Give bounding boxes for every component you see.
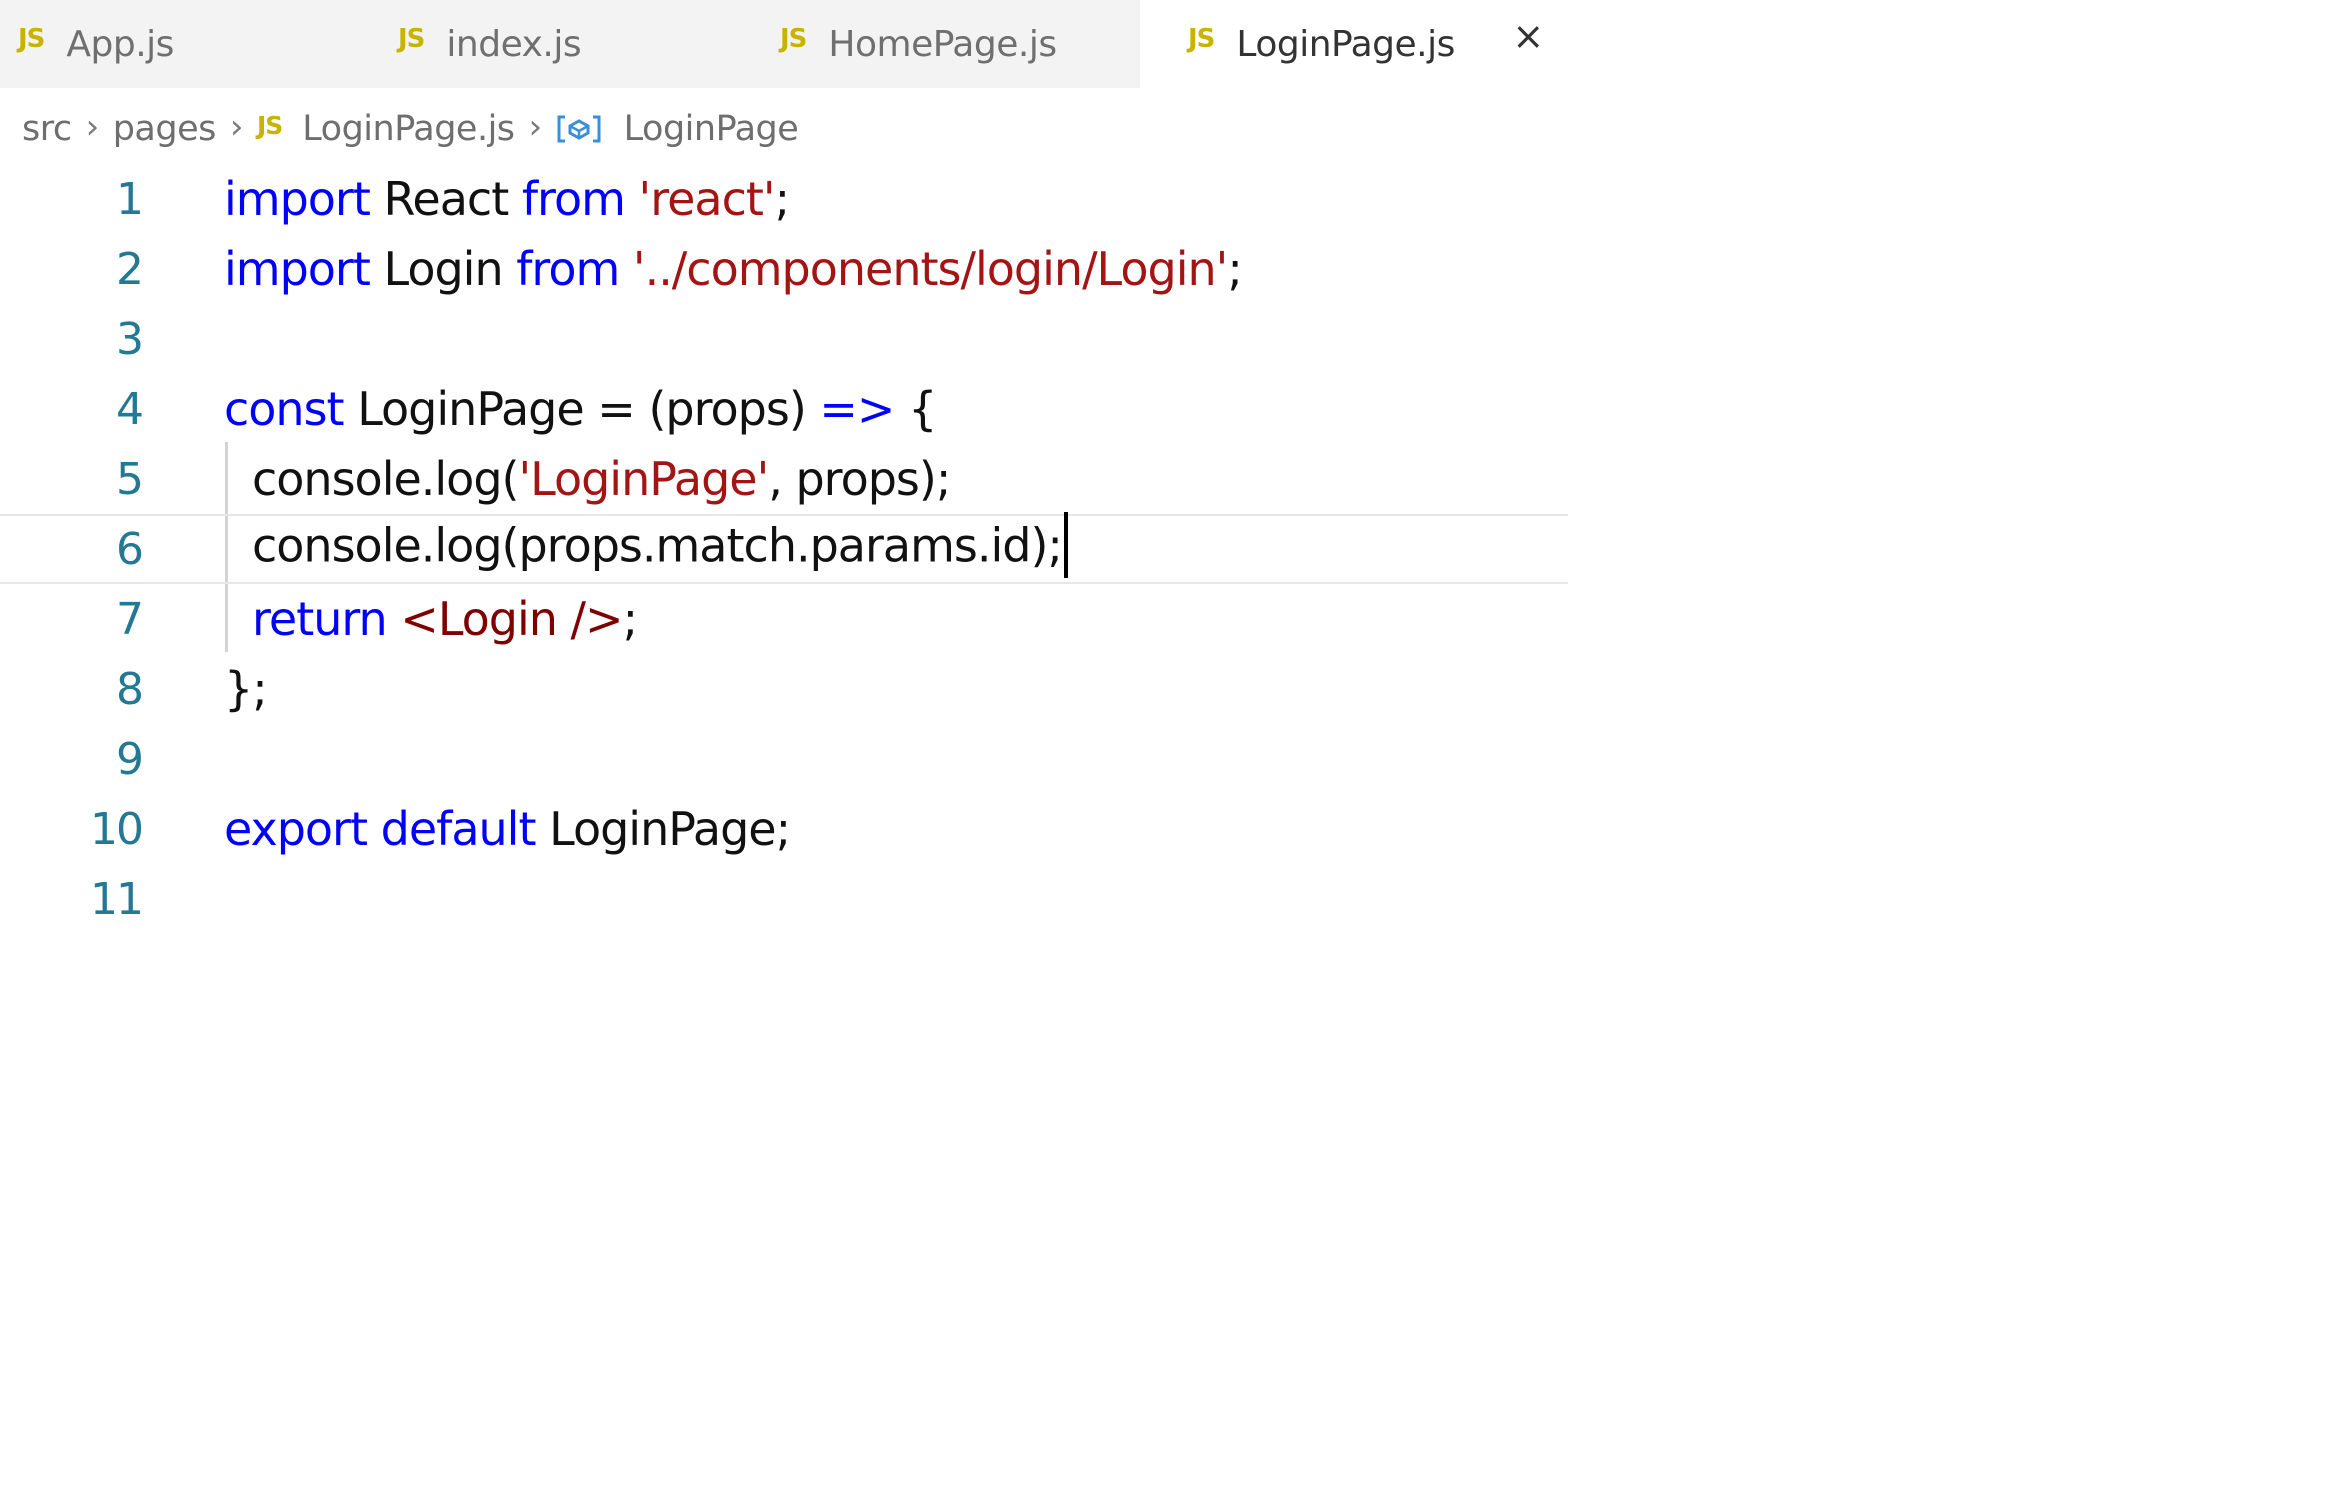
code-token: ; [1227, 242, 1242, 296]
string-token: '../components/login/Login' [632, 242, 1228, 296]
code-line-11[interactable]: 11 [0, 864, 1568, 934]
keyword-token: => [819, 382, 895, 436]
code-line-10[interactable]: 10 export default LoginPage; [0, 794, 1568, 864]
code-text: const LoginPage = (props) => { [224, 382, 937, 436]
code-text: return <Login />; [252, 592, 638, 646]
tab-loginpage-js[interactable]: JS LoginPage.js × [1140, 0, 1568, 88]
code-editor[interactable]: 1 import React from 'react'; 2 import Lo… [0, 162, 1568, 1024]
code-token: ; [774, 172, 790, 226]
string-token: 'react' [638, 172, 776, 226]
jsx-tag-token: <Login /> [400, 592, 623, 646]
code-token: console.log( [252, 452, 519, 506]
code-text: console.log(props.match.params.id); [252, 512, 1068, 582]
javascript-file-icon: JS [780, 24, 807, 54]
code-token: , props); [768, 452, 951, 506]
keyword-token: from [516, 242, 620, 296]
keyword-token: const [224, 382, 345, 436]
code-token: React [369, 172, 522, 226]
breadcrumb: src › pages › JS LoginPage.js › LoginPag… [22, 104, 799, 154]
line-number: 2 [116, 243, 144, 295]
code-text: }; [224, 662, 268, 716]
code-line-7[interactable]: 7 return <Login />; [0, 584, 1568, 654]
code-token: ; [622, 592, 638, 646]
editor-window: JS App.js JS index.js JS HomePage.js JS … [0, 0, 1568, 1024]
code-line-9[interactable]: 9 [0, 724, 1568, 794]
code-token: console.log(props.match.params.id); [252, 518, 1063, 573]
chevron-right-icon: › [85, 107, 100, 147]
javascript-file-icon: JS [18, 24, 45, 54]
line-number: 9 [116, 733, 144, 785]
line-number: 5 [116, 453, 144, 505]
code-line-3[interactable]: 3 [0, 304, 1568, 374]
symbol-variable-icon [556, 114, 602, 144]
keyword-token: default [380, 802, 537, 856]
breadcrumb-src[interactable]: src [22, 109, 72, 149]
javascript-file-icon: JS [398, 24, 425, 54]
tab-label: App.js [66, 23, 174, 65]
code-text: import React from 'react'; [224, 172, 790, 226]
code-line-6-current[interactable]: 6 console.log(props.match.params.id); [0, 512, 1568, 584]
keyword-token: from [521, 172, 626, 226]
code-line-4[interactable]: 4 const LoginPage = (props) => { [0, 374, 1568, 444]
keyword-token: import [224, 172, 371, 226]
tab-label: HomePage.js [828, 23, 1057, 65]
code-token: }; [224, 662, 268, 716]
javascript-file-icon: JS [256, 110, 283, 140]
tab-label: LoginPage.js [1236, 23, 1455, 65]
line-number: 3 [116, 313, 144, 365]
tab-index-js[interactable]: JS index.js [380, 0, 760, 88]
line-number: 10 [90, 803, 144, 855]
code-line-1[interactable]: 1 import React from 'react'; [0, 164, 1568, 234]
line-number: 6 [116, 523, 144, 575]
code-text: import Login from '../components/login/L… [224, 242, 1243, 296]
tab-bar: JS App.js JS index.js JS HomePage.js JS … [0, 0, 1568, 88]
keyword-token: export [224, 802, 368, 856]
chevron-right-icon: › [528, 107, 543, 147]
javascript-file-icon: JS [1188, 24, 1215, 54]
line-number: 1 [116, 173, 144, 225]
line-number: 8 [116, 663, 144, 715]
code-line-8[interactable]: 8 }; [0, 654, 1568, 724]
code-line-2[interactable]: 2 import Login from '../components/login… [0, 234, 1568, 304]
keyword-token: import [224, 242, 371, 296]
breadcrumb-pages[interactable]: pages [113, 109, 217, 149]
symbol-variable-icon-svg [557, 115, 601, 143]
breadcrumb-symbol[interactable]: LoginPage [624, 109, 799, 149]
code-token: LoginPage = (props) [343, 382, 820, 436]
code-token: { [894, 382, 937, 436]
code-text: console.log('LoginPage', props); [252, 452, 951, 506]
close-icon[interactable]: × [1510, 16, 1546, 56]
code-text: export default LoginPage; [224, 802, 791, 856]
text-cursor [1063, 512, 1068, 578]
line-number: 4 [116, 383, 144, 435]
string-token: 'LoginPage' [518, 452, 769, 506]
tab-label: index.js [446, 23, 582, 65]
line-number: 11 [90, 873, 144, 925]
tab-homepage-js[interactable]: JS HomePage.js [760, 0, 1140, 88]
code-line-5[interactable]: 5 console.log('LoginPage', props); [0, 444, 1568, 514]
keyword-token: return [252, 592, 388, 646]
code-token: Login [369, 242, 517, 296]
line-number: 7 [116, 593, 144, 645]
chevron-right-icon: › [229, 107, 244, 147]
breadcrumb-file[interactable]: LoginPage.js [302, 109, 515, 149]
tab-app-js[interactable]: JS App.js [0, 0, 380, 88]
code-token: LoginPage; [535, 802, 791, 856]
